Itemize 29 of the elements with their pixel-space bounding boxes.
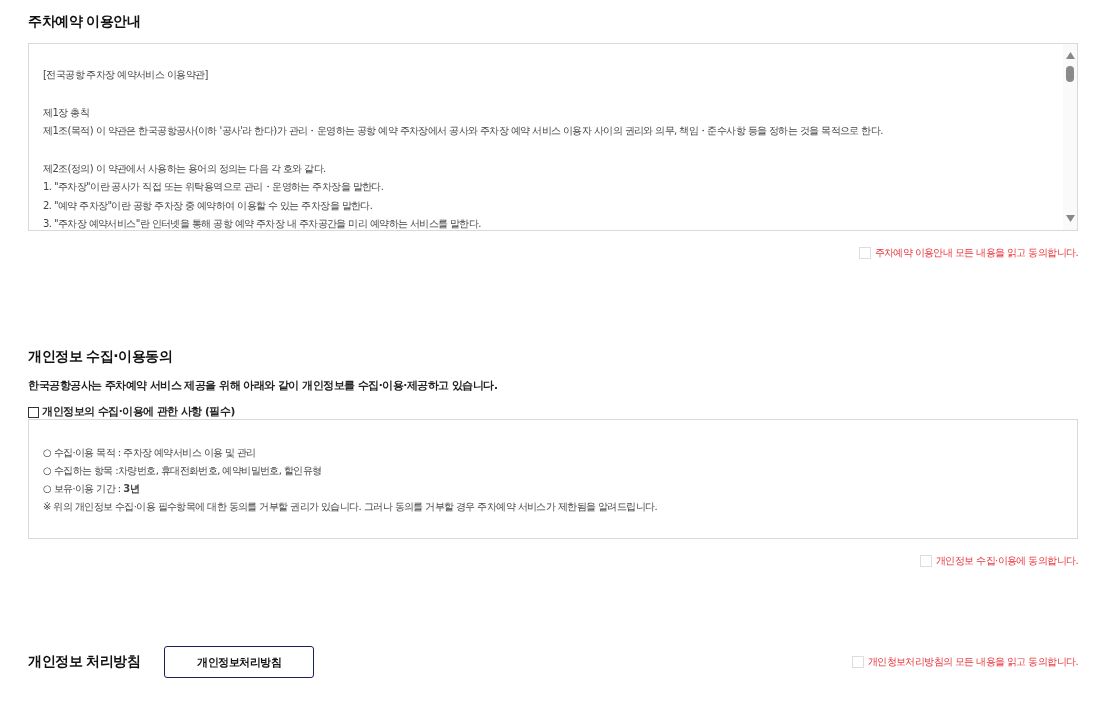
terms-line: 1. "주차장"이란 공사가 직접 또는 위탁용역으로 관리・운영하는 주차장을 말한다. — [43, 180, 385, 194]
info-line: ○ 수집·이용 목적 : 주차장 예약서비스 이용 및 관리 — [43, 446, 257, 460]
scroll-down-icon[interactable] — [1065, 215, 1075, 222]
terms-line: 2. "예약 주차장"이란 공항 주차장 중 예약하여 이용할 수 있는 주차장을 말한다. — [43, 198, 374, 213]
info-line: ○ 보유·이용 기간 : 3년 — [43, 482, 140, 496]
terms-textbox[interactable] — [28, 43, 1078, 231]
terms-line: 제1장 총칙 — [43, 105, 90, 120]
terms-line: 제1조(목적) 이 약관은 한국공항공사(이하 '공사'라 한다)가 관리・운영하는 공항 예약 주차장에서 공사와 주차장 예약 서비스 이용자 사이의 권리와 의무, 책임・준수사항 등을 정하는 것을 목적으로 한다. — [43, 124, 884, 138]
agree-checkbox[interactable] — [851, 656, 864, 668]
agree-label[interactable]: 주차예약 이용안내 모든 내용을 읽고 동의합니다. — [874, 246, 1078, 260]
item-label[interactable]: 개인정보의 수집·이용에 관한 사항 (필수) — [42, 405, 235, 419]
section-description: 한국공항공사는 주차예약 서비스 제공을 위해 아래와 같이 개인정보를 수집·이용·제공하고 있습니다. — [28, 379, 499, 393]
terms-line: 제2조(정의) 이 약관에서 사용하는 용어의 정의는 다음 각 호와 같다. — [43, 161, 327, 176]
agree-checkbox[interactable] — [858, 247, 871, 259]
agree-checkbox[interactable] — [920, 555, 933, 567]
agree-label[interactable]: 개인청보처리방침의 모든 내용을 읽고 동의합니다. — [867, 655, 1078, 669]
section-title: 개인정보 처리방침 — [28, 653, 141, 671]
item-checkbox[interactable] — [28, 406, 39, 418]
info-line: ○ 수집하는 항목 :차량번호, 휴대전화번호, 예약비밀번호, 할인유형 — [43, 464, 323, 478]
scroll-up-icon[interactable] — [1065, 52, 1075, 59]
terms-line: 3. "주차장 예약서비스"란 인터넷을 통해 공항 예약 주차장 내 주차공간을 미리 예약하는 서비스를 말한다. — [43, 217, 482, 230]
scrollbar[interactable] — [1063, 44, 1077, 230]
privacy-policy-button[interactable]: 개인정보처리방침 — [164, 646, 315, 678]
scroll-thumb[interactable] — [1066, 66, 1074, 82]
info-line: ※ 위의 개인정보 수집·이용 필수항목에 대한 동의를 거부할 권리가 있습니다. 그러나 동의를 거부할 경우 주차예약 서비스가 제한됨을 알려드립니다. — [43, 500, 658, 514]
section-title: 주차예약 이용안내 — [28, 13, 142, 31]
agree-label[interactable]: 개인정보 수집·이용에 동의합니다. — [936, 554, 1078, 568]
terms-line: [전국공항 주차장 예약서비스 이용약관] — [43, 68, 209, 82]
section-title: 개인정보 수집·이용동의 — [28, 348, 174, 366]
